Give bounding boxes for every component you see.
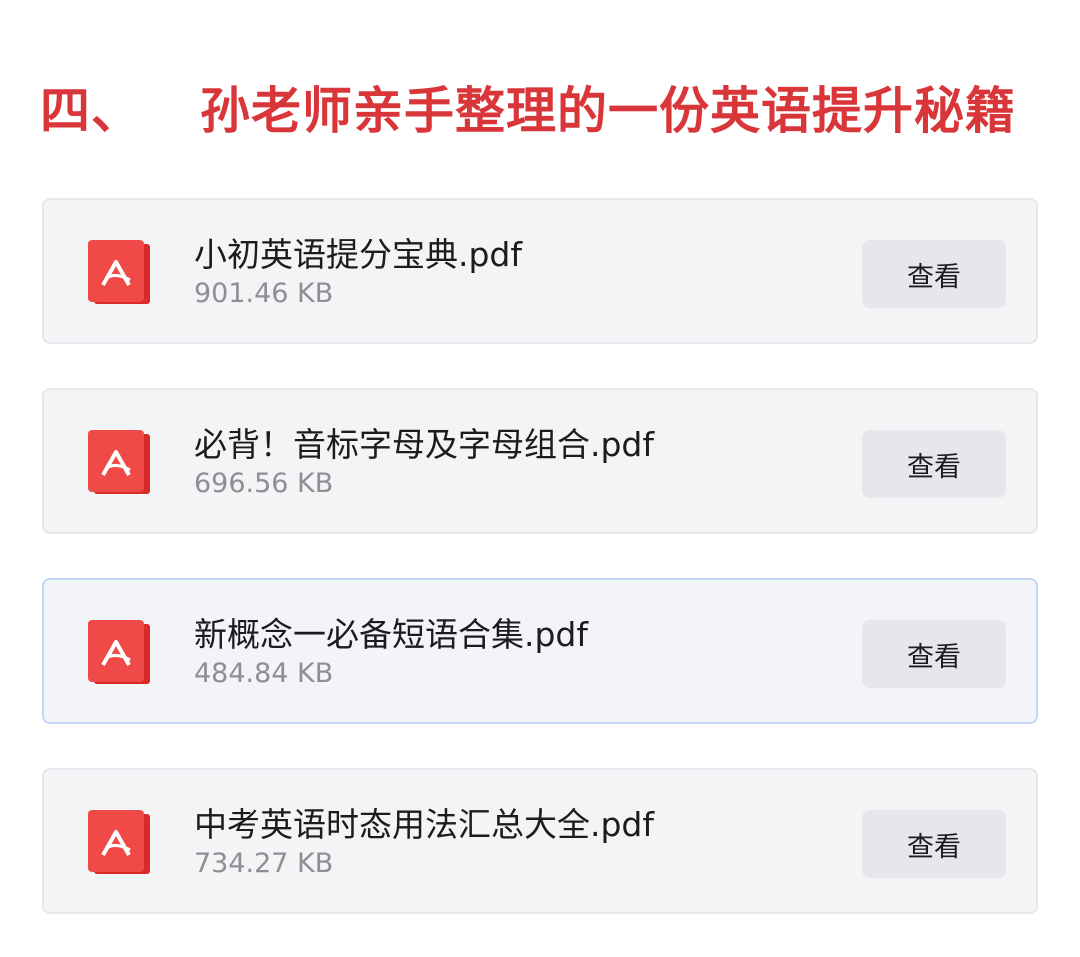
view-button[interactable]: 查看 bbox=[862, 430, 1006, 498]
section-title: 孙老师亲手整理的一份英语提升秘籍 bbox=[200, 82, 1016, 140]
file-card[interactable]: 中考英语时态用法汇总大全.pdf 734.27 KB 查看 bbox=[42, 768, 1038, 914]
file-name: 小初英语提分宝典.pdf bbox=[194, 235, 523, 274]
pdf-file-icon bbox=[88, 430, 150, 494]
section-number: 四、 bbox=[40, 82, 142, 140]
file-size: 696.56 KB bbox=[194, 468, 334, 499]
file-card[interactable]: 小初英语提分宝典.pdf 901.46 KB 查看 bbox=[42, 198, 1038, 344]
file-name: 新概念一必备短语合集.pdf bbox=[194, 615, 589, 654]
file-size: 901.46 KB bbox=[194, 278, 334, 309]
file-card-selected[interactable]: 新概念一必备短语合集.pdf 484.84 KB 查看 bbox=[42, 578, 1038, 724]
section-heading: 四、 孙老师亲手整理的一份英语提升秘籍 bbox=[40, 72, 1016, 142]
file-card[interactable]: 必背！音标字母及字母组合.pdf 696.56 KB 查看 bbox=[42, 388, 1038, 534]
view-button[interactable]: 查看 bbox=[862, 810, 1006, 878]
pdf-file-icon bbox=[88, 810, 150, 874]
file-size: 734.27 KB bbox=[194, 848, 334, 879]
file-name: 必背！音标字母及字母组合.pdf bbox=[194, 425, 655, 464]
pdf-file-icon bbox=[88, 620, 150, 684]
file-name: 中考英语时态用法汇总大全.pdf bbox=[194, 805, 655, 844]
view-button[interactable]: 查看 bbox=[862, 240, 1006, 308]
file-list: 小初英语提分宝典.pdf 901.46 KB 查看 必背！音标字母及字母组合.p… bbox=[42, 198, 1038, 914]
view-button[interactable]: 查看 bbox=[862, 620, 1006, 688]
file-size: 484.84 KB bbox=[194, 658, 334, 689]
pdf-file-icon bbox=[88, 240, 150, 304]
